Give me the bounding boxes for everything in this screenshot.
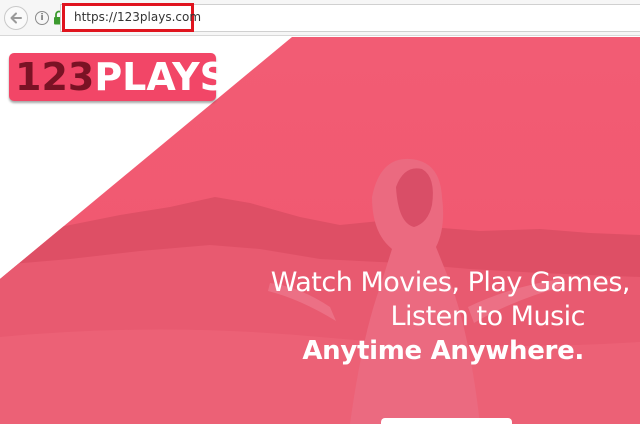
url-text[interactable]: https://123plays.com (74, 10, 201, 24)
info-icon[interactable]: i (35, 11, 49, 25)
logo-word: PLAYS (94, 55, 228, 99)
logo-number: 123 (15, 55, 95, 99)
browser-toolbar: i https://123plays.com (0, 0, 640, 36)
site-logo[interactable]: 123 PLAYS (9, 53, 227, 101)
hero-line-1: Watch Movies, Play Games, (270, 267, 631, 298)
page-content: 123 PLAYS Watch Movies, Play Games, List… (0, 37, 640, 424)
hero-line-3: Anytime Anywhere. (302, 336, 584, 366)
hero-headline: Watch Movies, Play Games, Listen to Musi… (210, 266, 631, 368)
hero-line-2: Listen to Music (390, 301, 585, 332)
back-arrow-icon (10, 12, 22, 24)
back-button[interactable] (4, 6, 28, 30)
cta-button[interactable] (381, 418, 512, 424)
